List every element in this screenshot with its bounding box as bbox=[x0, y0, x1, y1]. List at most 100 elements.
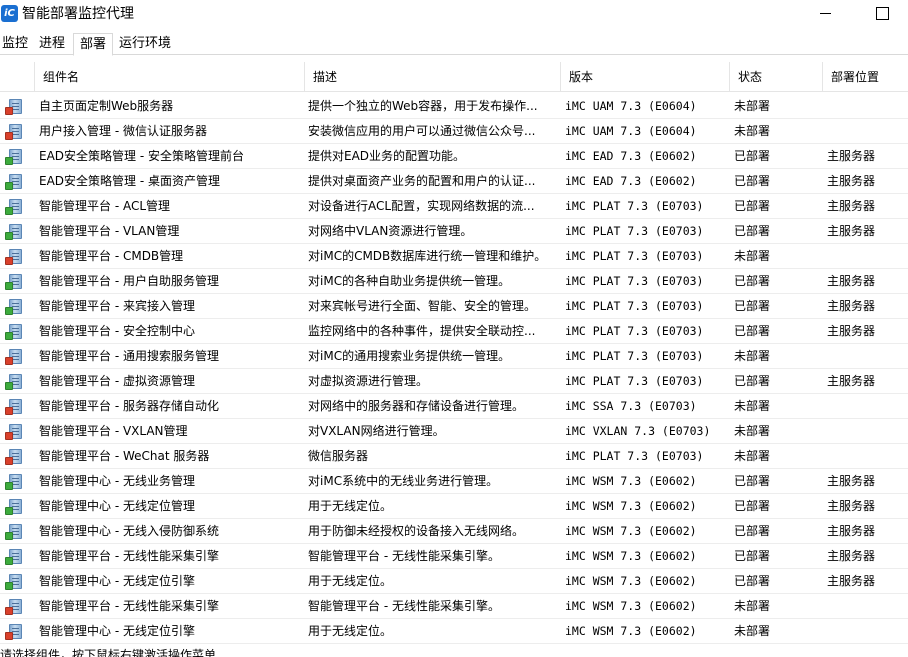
table-row[interactable]: EAD安全策略管理 - 安全策略管理前台 提供对EAD业务的配置功能。 iMC EA… bbox=[0, 144, 908, 169]
component-version: iMC PLAT 7.3 (E0703) bbox=[565, 274, 704, 288]
component-status: 已部署 bbox=[734, 524, 771, 538]
component-name: 智能管理平台 - 安全控制中心 bbox=[39, 324, 195, 338]
component-description: 对VXLAN网络进行管理。 bbox=[308, 424, 445, 438]
component-location: 主服务器 bbox=[827, 299, 876, 313]
component-version: iMC UAM 7.3 (E0604) bbox=[565, 124, 697, 138]
tab-monitor[interactable]: 监控 bbox=[0, 33, 30, 55]
component-status: 已部署 bbox=[734, 499, 771, 513]
column-header-icon[interactable] bbox=[0, 62, 35, 92]
component-name: 智能管理平台 - ACL管理 bbox=[39, 199, 171, 213]
component-location bbox=[827, 419, 907, 444]
component-version: iMC PLAT 7.3 (E0703) bbox=[565, 224, 704, 238]
table-row[interactable]: 用户接入管理 - 微信认证服务器 安装微信应用的用户可以通过微信公众号... iMC… bbox=[0, 119, 908, 144]
component-location bbox=[827, 244, 907, 269]
table-row[interactable]: 智能管理平台 - 无线性能采集引擎 智能管理平台 - 无线性能采集引擎。 iMC W… bbox=[0, 594, 908, 619]
component-description: 对网络中VLAN资源进行管理。 bbox=[308, 224, 473, 238]
component-description: 对iMC的CMDB数据库进行统一管理和维护。 bbox=[308, 249, 547, 263]
component-location bbox=[827, 94, 907, 119]
table-row[interactable]: 智能管理平台 - 用户自助服务管理 对iMC的各种自助业务提供统一管理。 iMC P… bbox=[0, 269, 908, 294]
table-row[interactable]: 智能管理平台 - 无线性能采集引擎 智能管理平台 - 无线性能采集引擎。 iMC W… bbox=[0, 544, 908, 569]
table-row[interactable]: 智能管理平台 - VXLAN管理 对VXLAN网络进行管理。 iMC VXLAN 7… bbox=[0, 419, 908, 444]
table-row[interactable]: 智能管理平台 - 通用搜索服务管理 对iMC的通用搜索业务提供统一管理。 iMC P… bbox=[0, 344, 908, 369]
server-deployed-icon bbox=[5, 373, 23, 391]
component-location: 主服务器 bbox=[827, 574, 876, 588]
server-deployed-icon bbox=[5, 273, 23, 291]
component-status: 已部署 bbox=[734, 224, 771, 238]
component-status: 未部署 bbox=[734, 399, 771, 413]
component-status: 未部署 bbox=[734, 624, 771, 638]
component-version: iMC PLAT 7.3 (E0703) bbox=[565, 299, 704, 313]
window-title: 智能部署监控代理 bbox=[22, 6, 134, 22]
component-version: iMC PLAT 7.3 (E0703) bbox=[565, 349, 704, 363]
component-version: iMC EAD 7.3 (E0602) bbox=[565, 174, 697, 188]
component-name: 智能管理中心 - 无线定位引擎 bbox=[39, 624, 195, 638]
table-row[interactable]: 智能管理平台 - 服务器存储自动化 对网络中的服务器和存储设备进行管理。 iMC S… bbox=[0, 394, 908, 419]
table-row[interactable]: 智能管理中心 - 无线定位引擎 用于无线定位。 iMC WSM 7.3 (E0602… bbox=[0, 569, 908, 594]
tab-process[interactable]: 进程 bbox=[32, 33, 72, 55]
table-row[interactable]: 智能管理中心 - 无线入侵防御系统 用于防御未经授权的设备接入无线网络。 iMC W… bbox=[0, 519, 908, 544]
server-deployed-icon bbox=[5, 523, 23, 541]
tab-deploy[interactable]: 部署 bbox=[73, 33, 113, 56]
column-header-version[interactable]: 版本 bbox=[561, 62, 730, 92]
component-location bbox=[827, 594, 907, 619]
component-name: 智能管理中心 - 无线入侵防御系统 bbox=[39, 524, 219, 538]
component-status: 已部署 bbox=[734, 174, 771, 188]
server-not-deployed-icon bbox=[5, 448, 23, 466]
component-status: 未部署 bbox=[734, 124, 771, 138]
column-header-name[interactable]: 组件名 bbox=[35, 62, 305, 92]
minimize-icon[interactable] bbox=[802, 0, 848, 30]
component-description: 用于无线定位。 bbox=[308, 499, 393, 513]
server-deployed-icon bbox=[5, 223, 23, 241]
table-row[interactable]: 智能管理中心 - 无线业务管理 对iMC系统中的无线业务进行管理。 iMC WSM … bbox=[0, 469, 908, 494]
component-status: 已部署 bbox=[734, 474, 771, 488]
component-location bbox=[827, 119, 907, 144]
table-row[interactable]: 智能管理平台 - ACL管理 对设备进行ACL配置，实现网络数据的流... iMC … bbox=[0, 194, 908, 219]
component-location: 主服务器 bbox=[827, 174, 876, 188]
table-row[interactable]: 智能管理平台 - WeChat 服务器 微信服务器 iMC PLAT 7.3 (E0… bbox=[0, 444, 908, 469]
column-header-description[interactable]: 描述 bbox=[305, 62, 561, 92]
component-description: 对虚拟资源进行管理。 bbox=[308, 374, 429, 388]
table-row[interactable]: 智能管理平台 - 虚拟资源管理 对虚拟资源进行管理。 iMC PLAT 7.3 (E… bbox=[0, 369, 908, 394]
maximize-icon[interactable] bbox=[858, 0, 904, 30]
component-version: iMC WSM 7.3 (E0602) bbox=[565, 549, 697, 563]
component-name: 智能管理平台 - VLAN管理 bbox=[39, 224, 180, 238]
component-description: 用于无线定位。 bbox=[308, 574, 393, 588]
table-row[interactable]: 智能管理平台 - CMDB管理 对iMC的CMDB数据库进行统一管理和维护。 iMC… bbox=[0, 244, 908, 269]
server-deployed-icon bbox=[5, 298, 23, 316]
component-location: 主服务器 bbox=[827, 149, 876, 163]
table-header: 组件名 描述 版本 状态 部署位置 bbox=[0, 62, 908, 92]
component-name: 智能管理平台 - CMDB管理 bbox=[39, 249, 184, 263]
column-header-status[interactable]: 状态 bbox=[730, 62, 823, 92]
component-status: 已部署 bbox=[734, 299, 771, 313]
table-row[interactable]: 智能管理中心 - 无线定位引擎 用于无线定位。 iMC WSM 7.3 (E0602… bbox=[0, 619, 908, 644]
server-not-deployed-icon bbox=[5, 248, 23, 266]
column-header-location[interactable]: 部署位置 bbox=[823, 62, 908, 92]
table-row[interactable]: EAD安全策略管理 - 桌面资产管理 提供对桌面资产业务的配置和用户的认证... i… bbox=[0, 169, 908, 194]
table-row[interactable]: 自主页面定制Web服务器 提供一个独立的Web容器，用于发布操作... iMC UA… bbox=[0, 94, 908, 119]
status-text: 请选择组件，按下鼠标右键激活操作菜单 bbox=[0, 648, 217, 657]
table-row[interactable]: 智能管理平台 - 安全控制中心 监控网络中的各种事件，提供安全联动控... iMC … bbox=[0, 319, 908, 344]
component-version: iMC WSM 7.3 (E0602) bbox=[565, 599, 697, 613]
component-name: 智能管理平台 - 来宾接入管理 bbox=[39, 299, 195, 313]
component-status: 已部署 bbox=[734, 574, 771, 588]
title-bar: iC 智能部署监控代理 bbox=[0, 0, 908, 30]
component-status: 未部署 bbox=[734, 99, 771, 113]
tab-runtime-env[interactable]: 运行环境 bbox=[114, 33, 176, 55]
component-description: 监控网络中的各种事件，提供安全联动控... bbox=[308, 324, 536, 338]
table-row[interactable]: 智能管理平台 - VLAN管理 对网络中VLAN资源进行管理。 iMC PLAT 7… bbox=[0, 219, 908, 244]
component-version: iMC PLAT 7.3 (E0703) bbox=[565, 374, 704, 388]
component-description: 提供对桌面资产业务的配置和用户的认证... bbox=[308, 174, 536, 188]
tab-bar: 监控 进程 部署 运行环境 bbox=[0, 33, 908, 56]
table-row[interactable]: 智能管理中心 - 无线定位管理 用于无线定位。 iMC WSM 7.3 (E0602… bbox=[0, 494, 908, 519]
server-not-deployed-icon bbox=[5, 348, 23, 366]
component-location: 主服务器 bbox=[827, 374, 876, 388]
component-version: iMC PLAT 7.3 (E0703) bbox=[565, 199, 704, 213]
component-description: 提供一个独立的Web容器，用于发布操作... bbox=[308, 99, 538, 113]
component-status: 未部署 bbox=[734, 249, 771, 263]
table-row[interactable]: 智能管理平台 - 来宾接入管理 对来宾帐号进行全面、智能、安全的管理。 iMC PL… bbox=[0, 294, 908, 319]
component-status: 已部署 bbox=[734, 324, 771, 338]
component-version: iMC PLAT 7.3 (E0703) bbox=[565, 449, 704, 463]
component-description: 用于防御未经授权的设备接入无线网络。 bbox=[308, 524, 525, 538]
server-deployed-icon bbox=[5, 498, 23, 516]
component-version: iMC WSM 7.3 (E0602) bbox=[565, 524, 697, 538]
